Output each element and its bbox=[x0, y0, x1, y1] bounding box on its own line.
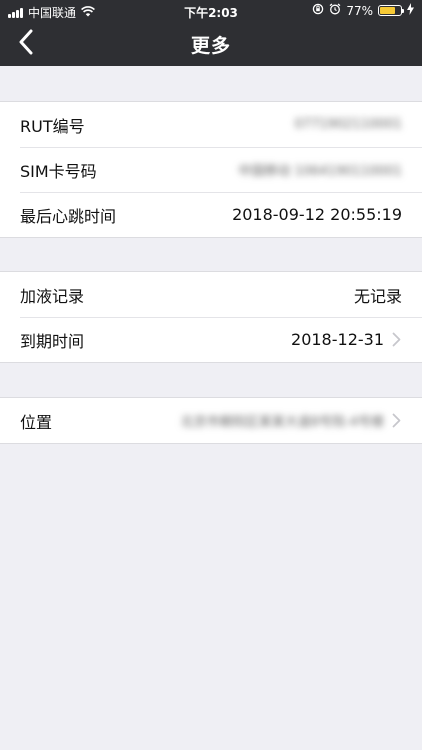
sim-number-row: SIM卡号码 中国移动 1064190110001 bbox=[0, 147, 422, 192]
navigation-bar: 更多 bbox=[0, 22, 422, 66]
sim-number-label: SIM卡号码 bbox=[20, 161, 97, 181]
last-heartbeat-label: 最后心跳时间 bbox=[20, 206, 117, 226]
device-info-group: RUT编号 0771902110001 SIM卡号码 中国移动 10641901… bbox=[0, 101, 422, 238]
alarm-icon bbox=[329, 3, 341, 18]
refill-record-label: 加液记录 bbox=[20, 286, 85, 306]
refill-record-row: 加液记录 无记录 bbox=[0, 272, 422, 317]
sim-number-value: 中国移动 1064190110001 bbox=[238, 164, 402, 179]
location-value: 北京市朝阳区某某大道8号院-4号楼 bbox=[180, 415, 384, 430]
rut-number-value: 0771902110001 bbox=[294, 117, 402, 132]
last-heartbeat-value: 2018-09-12 20:55:19 bbox=[232, 205, 402, 224]
battery-icon bbox=[378, 5, 404, 16]
status-bar: 中国联通 下午2:03 77% bbox=[0, 0, 422, 22]
page-title: 更多 bbox=[190, 34, 231, 57]
rut-number-row: RUT编号 0771902110001 bbox=[0, 102, 422, 147]
location-row[interactable]: 位置 北京市朝阳区某某大道8号院-4号楼 bbox=[0, 398, 422, 443]
chevron-left-icon bbox=[18, 29, 34, 59]
back-button[interactable] bbox=[10, 28, 42, 60]
service-group: 加液记录 无记录 到期时间 2018-12-31 bbox=[0, 271, 422, 363]
expiry-date-label: 到期时间 bbox=[20, 331, 85, 351]
orientation-lock-icon bbox=[312, 3, 324, 18]
chevron-right-icon bbox=[392, 332, 402, 348]
top-bar: 中国联通 下午2:03 77% 更多 bbox=[0, 0, 422, 66]
status-right: 77% bbox=[312, 3, 414, 18]
refill-record-value: 无记录 bbox=[353, 286, 402, 306]
expiry-date-value: 2018-12-31 bbox=[291, 330, 384, 349]
last-heartbeat-row: 最后心跳时间 2018-09-12 20:55:19 bbox=[0, 192, 422, 237]
expiry-date-row[interactable]: 到期时间 2018-12-31 bbox=[0, 317, 422, 362]
charging-bolt-icon bbox=[407, 3, 414, 18]
battery-percent: 77% bbox=[346, 3, 373, 18]
location-label: 位置 bbox=[20, 412, 53, 432]
chevron-right-icon bbox=[392, 413, 402, 429]
location-group: 位置 北京市朝阳区某某大道8号院-4号楼 bbox=[0, 397, 422, 444]
rut-number-label: RUT编号 bbox=[20, 116, 85, 136]
